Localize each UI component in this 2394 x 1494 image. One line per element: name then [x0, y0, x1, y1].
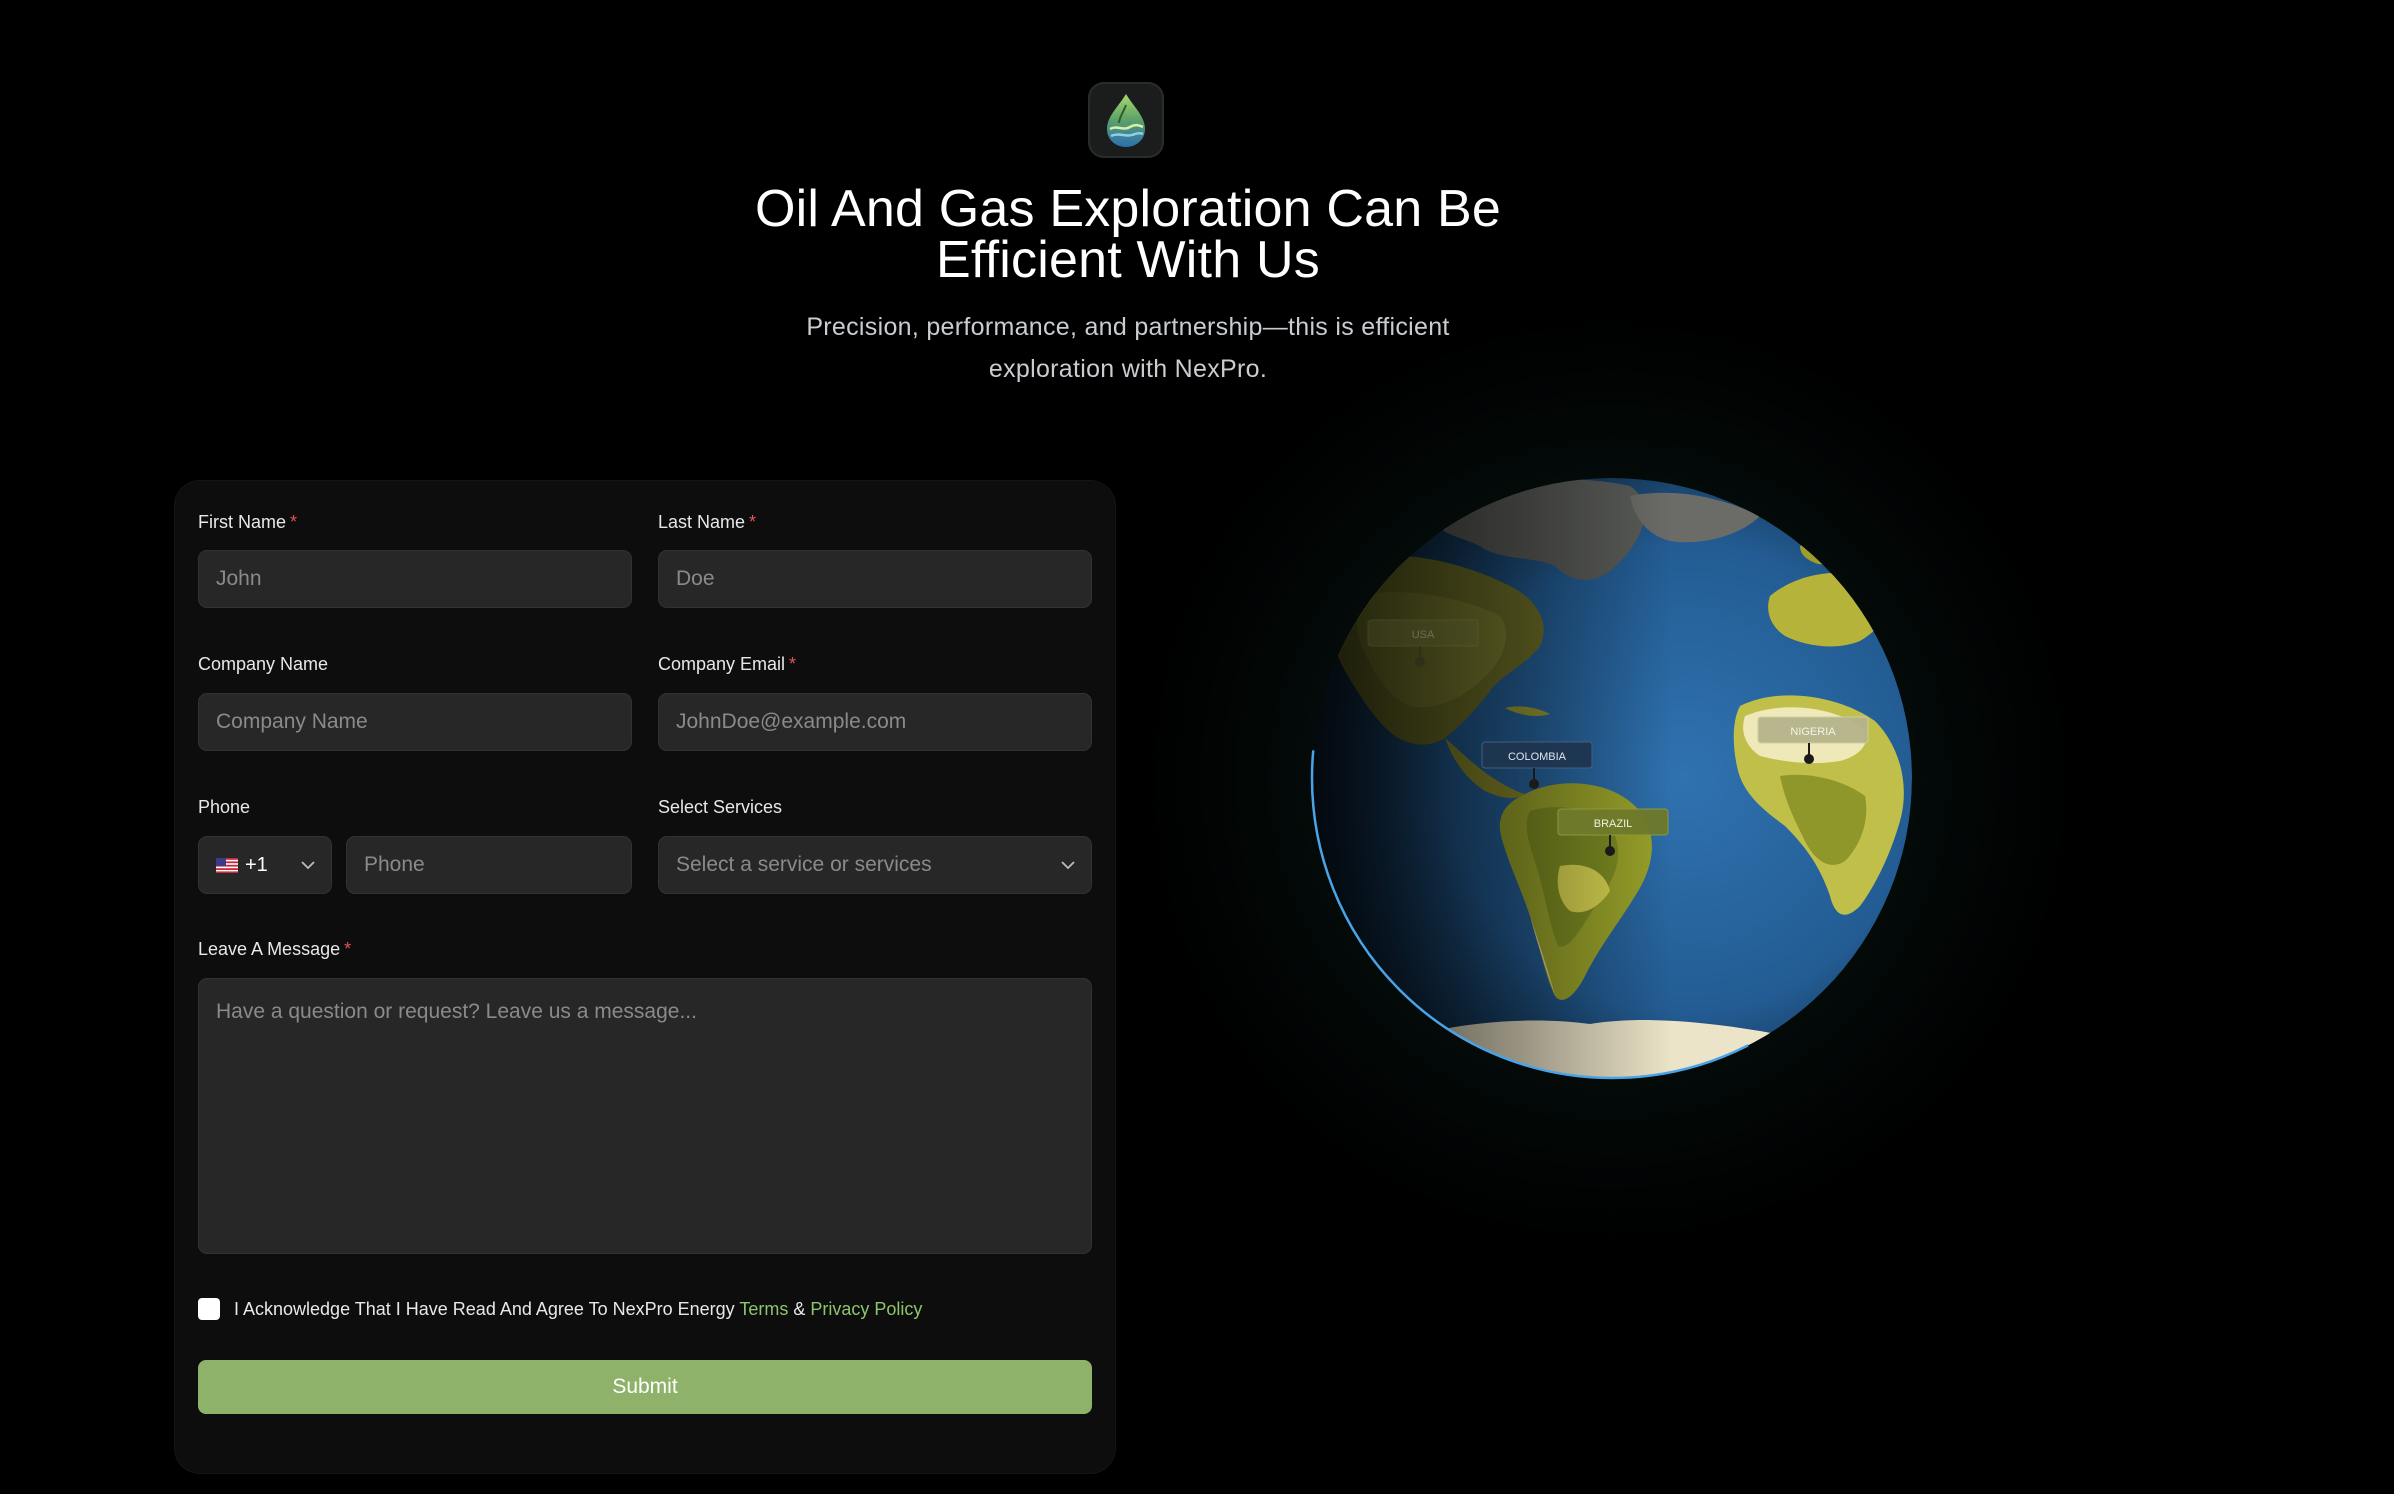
required-marker: *: [344, 939, 352, 959]
phone-label: Phone: [198, 797, 250, 818]
services-placeholder: Select a service or services: [676, 853, 932, 876]
globe-illustration: USA COLOMBIA BRAZIL NIGERIA: [1300, 476, 1924, 1086]
acknowledge-text: I Acknowledge That I Have Read And Agree…: [234, 1298, 922, 1320]
title-line-1: Oil And Gas Exploration Can Be: [755, 180, 1501, 238]
terms-link[interactable]: Terms: [739, 1299, 788, 1319]
ampersand: &: [793, 1299, 806, 1319]
company-email-label: Company Email *: [658, 654, 796, 675]
phone-input[interactable]: [346, 836, 632, 894]
title-line-2: Efficient With Us: [936, 231, 1320, 289]
marker-label-colombia: COLOMBIA: [1508, 751, 1567, 763]
chevron-down-icon: [301, 861, 315, 870]
page-title: Oil And Gas Exploration Can Be Efficient…: [600, 183, 1656, 289]
marker-label-usa: USA: [1412, 629, 1435, 641]
marker-label-nigeria: NIGERIA: [1790, 726, 1836, 738]
first-name-input[interactable]: [198, 550, 632, 608]
chevron-down-icon: [1061, 861, 1075, 870]
message-label: Leave A Message *: [198, 939, 351, 960]
acknowledge-statement: I Acknowledge That I Have Read And Agree…: [234, 1299, 735, 1319]
services-label-text: Select Services: [658, 797, 783, 817]
required-marker: *: [290, 512, 298, 532]
marker-label-brazil: BRAZIL: [1594, 818, 1633, 830]
message-label-text: Leave A Message: [198, 939, 341, 959]
acknowledge-checkbox[interactable]: [198, 1298, 220, 1320]
last-name-label-text: Last Name: [658, 512, 746, 532]
company-email-input[interactable]: [658, 693, 1092, 751]
privacy-policy-link[interactable]: Privacy Policy: [810, 1299, 922, 1319]
company-name-label-text: Company Name: [198, 654, 329, 674]
country-code-select[interactable]: +1: [198, 836, 332, 894]
page-subtitle: Precision, performance, and partnership—…: [760, 306, 1496, 390]
subtitle-line-1: Precision, performance, and partnership—…: [806, 313, 1450, 341]
required-marker: *: [789, 654, 797, 674]
submit-button[interactable]: Submit: [198, 1360, 1092, 1414]
last-name-input[interactable]: [658, 550, 1092, 608]
company-email-label-text: Company Email: [658, 654, 786, 674]
first-name-label-text: First Name: [198, 512, 287, 532]
services-select[interactable]: Select a service or services: [658, 836, 1092, 894]
company-name-input[interactable]: [198, 693, 632, 751]
first-name-label: First Name *: [198, 512, 297, 533]
phone-label-text: Phone: [198, 797, 251, 817]
required-marker: *: [749, 512, 757, 532]
country-code-value: +1: [245, 853, 268, 876]
nexpro-logo: [1088, 82, 1164, 158]
globe-map: USA COLOMBIA BRAZIL NIGERIA: [1310, 476, 1914, 1080]
last-name-label: Last Name *: [658, 512, 756, 533]
message-textarea[interactable]: [198, 978, 1092, 1254]
oil-drop-icon: [1107, 94, 1145, 147]
company-name-label: Company Name: [198, 654, 328, 675]
services-label: Select Services: [658, 797, 782, 818]
contact-form: First Name* Last Name* Company Name Comp…: [174, 480, 1116, 1474]
us-flag-icon: [216, 857, 238, 873]
subtitle-line-2: exploration with NexPro.: [988, 355, 1268, 383]
